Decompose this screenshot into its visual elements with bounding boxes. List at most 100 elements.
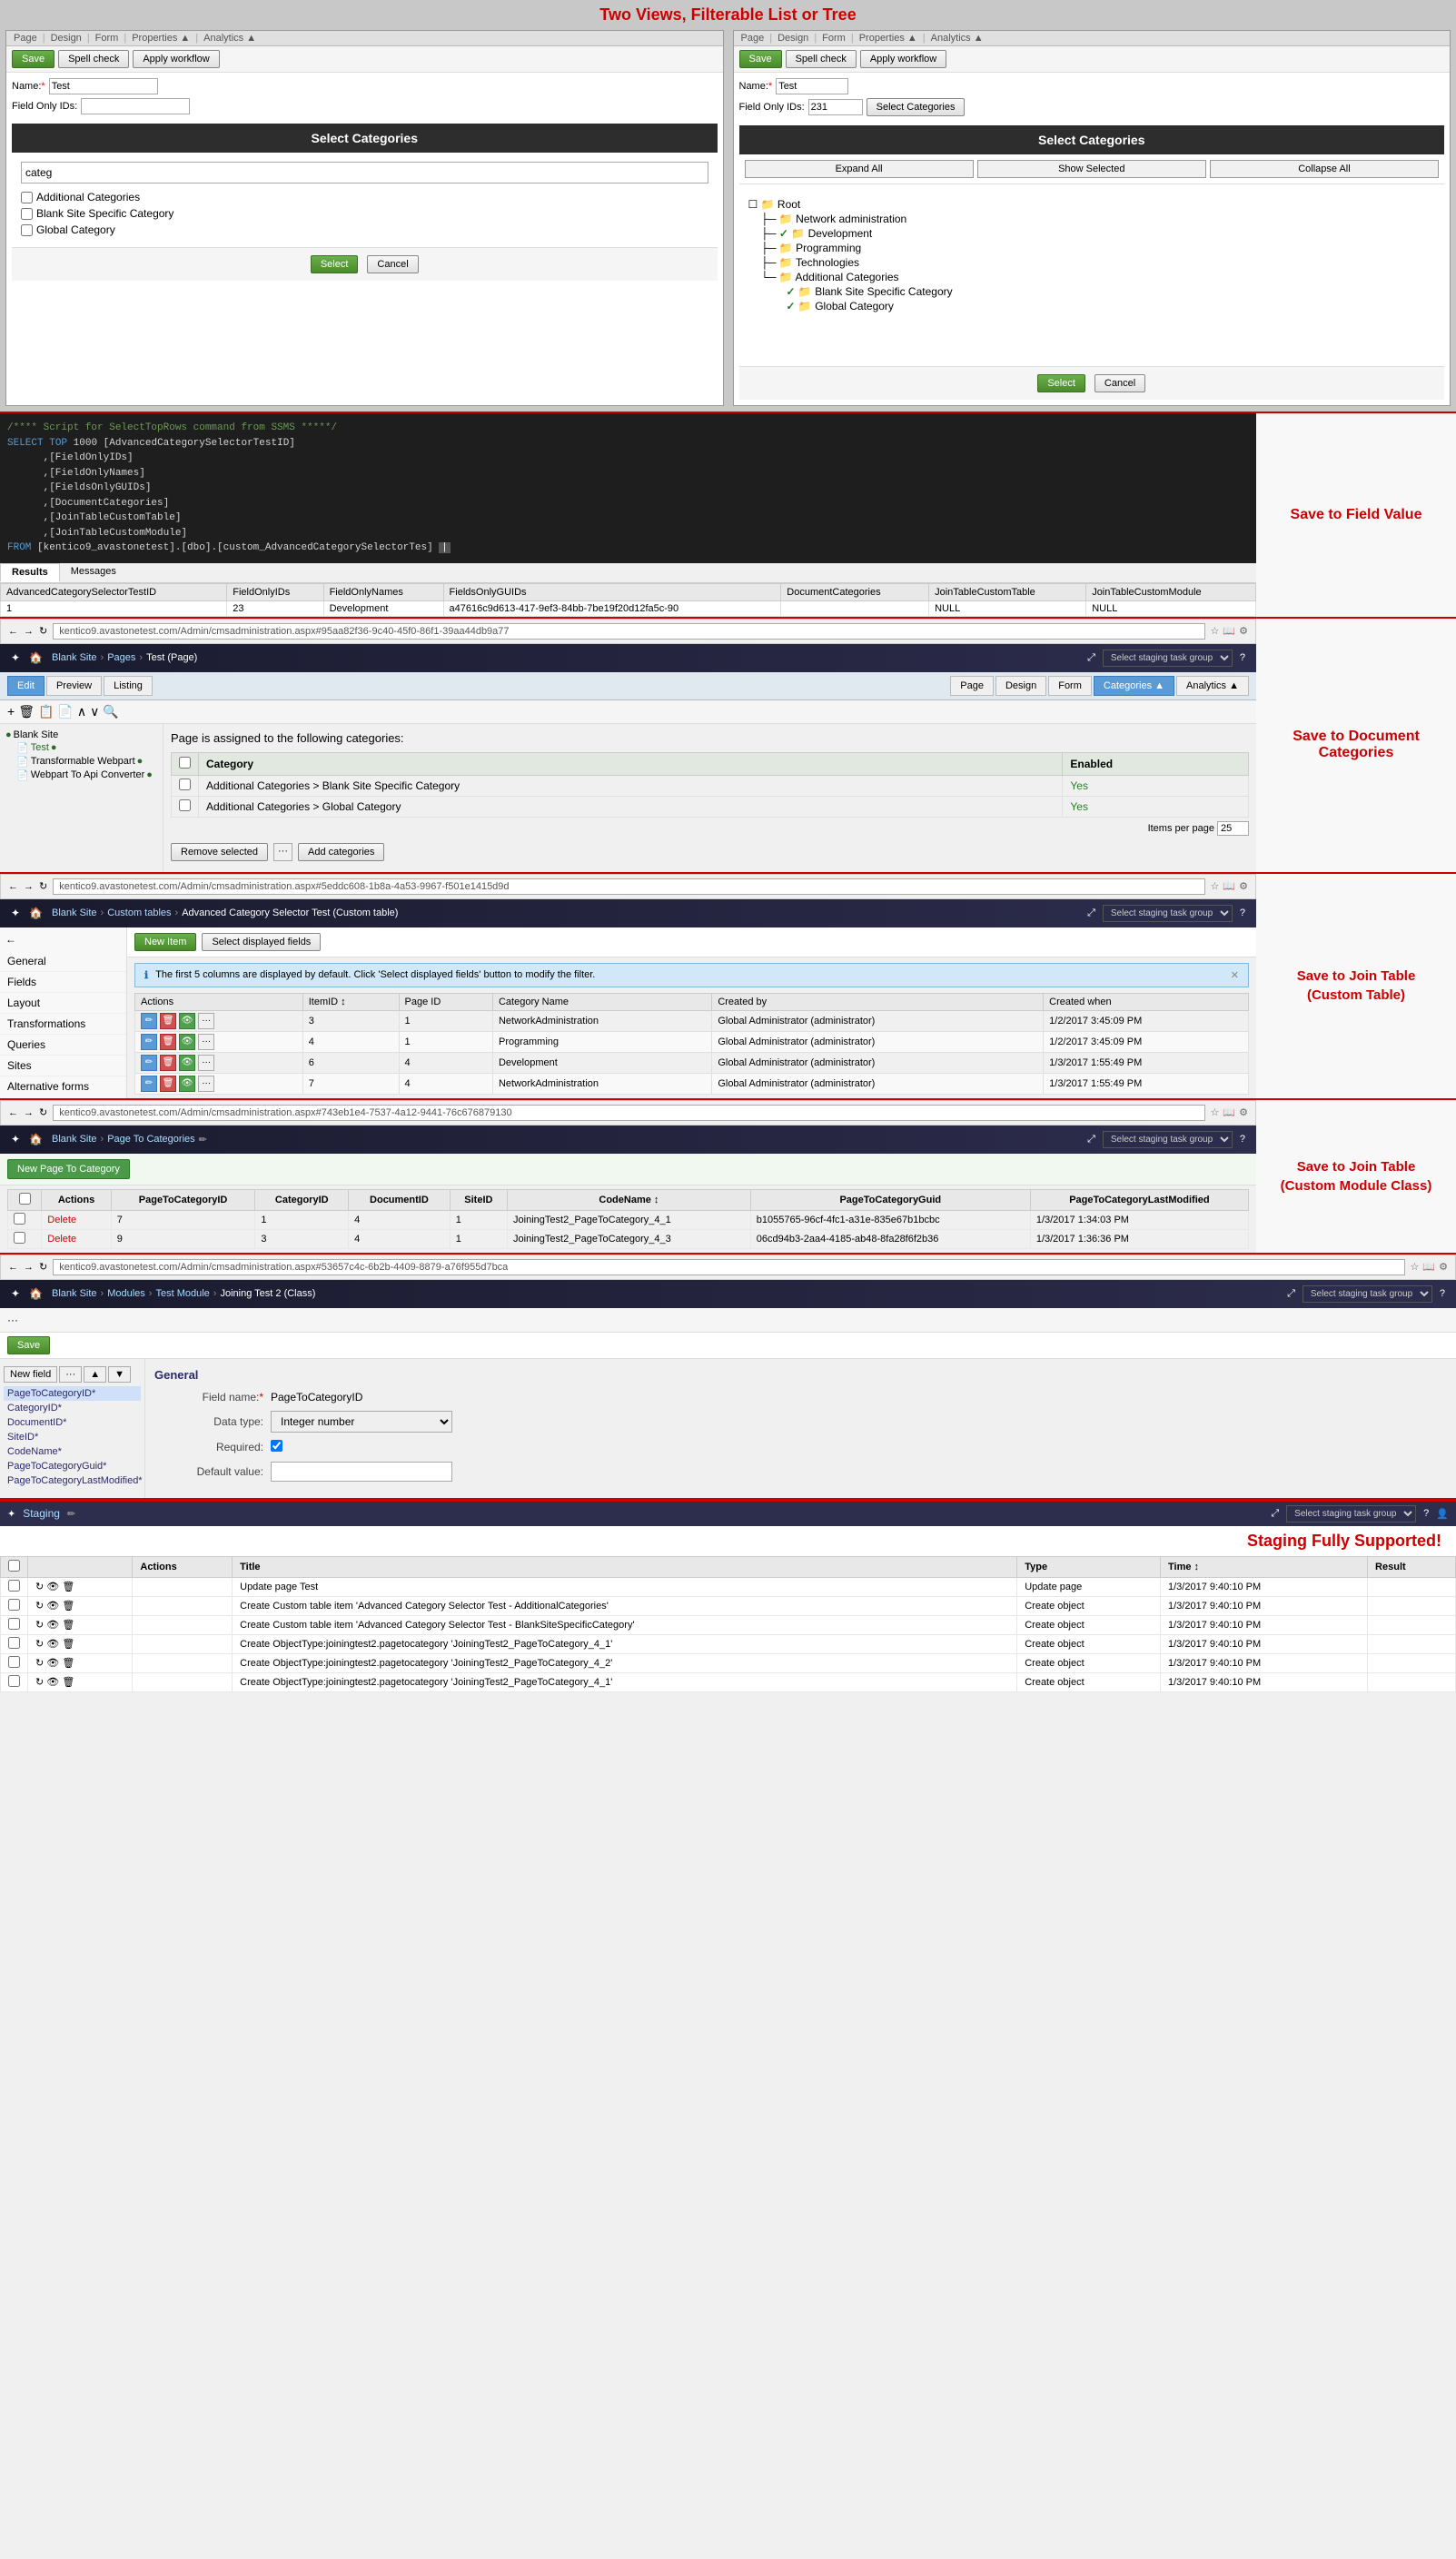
kc3-edit-icon[interactable]: ✏ [199, 1134, 207, 1146]
left-select-button[interactable]: Select [311, 255, 359, 273]
right-save-button[interactable]: Save [739, 50, 782, 68]
staging-row2-del-icon[interactable]: 🗑 [62, 1601, 74, 1612]
right-nav-properties[interactable]: Properties ▲ [859, 33, 917, 44]
staging-row5-cb[interactable] [8, 1656, 20, 1668]
right-nav-design[interactable]: Design [778, 33, 808, 44]
right-nav-form[interactable]: Form [822, 33, 846, 44]
mod-field-siteid[interactable]: SiteID* [4, 1430, 141, 1444]
left-check-blank-cb[interactable] [21, 208, 33, 220]
cat-select-all-cb[interactable] [179, 757, 191, 769]
items-per-page-input[interactable] [1217, 821, 1249, 836]
browser2-star-icon[interactable]: ☆ [1211, 880, 1220, 892]
staging-row4-cb[interactable] [8, 1637, 20, 1649]
kc4-staging-select[interactable]: Select staging task group [1302, 1285, 1432, 1303]
add-categories-button[interactable]: Add categories [298, 843, 384, 861]
sidebar-general[interactable]: General [0, 951, 126, 972]
mod-field-guid[interactable]: PageToCategoryGuid* [4, 1459, 141, 1473]
staging-user-icon[interactable]: 👤 [1436, 1508, 1449, 1520]
staging-row3-del-icon[interactable]: 🗑 [62, 1620, 74, 1631]
browser1-star-icon[interactable]: ☆ [1211, 625, 1220, 637]
staging-row5-refresh-icon[interactable]: ↻ [35, 1658, 44, 1669]
cat-row1-yes-link[interactable]: Yes [1070, 779, 1088, 792]
ct-row3-edit-icon[interactable]: ✏ [141, 1055, 157, 1071]
kc3-site-link[interactable]: Blank Site [52, 1134, 97, 1145]
left-check-global-cb[interactable] [21, 224, 33, 236]
mod-field-documentid[interactable]: DocumentID* [4, 1415, 141, 1430]
kc2-help-icon[interactable]: ? [1240, 908, 1245, 918]
browser2-forward[interactable]: → [24, 881, 34, 892]
staging-row6-eye-icon[interactable]: 👁 [46, 1677, 59, 1688]
kc1-pages-link[interactable]: Pages [107, 652, 135, 663]
staging-row1-cb[interactable] [8, 1580, 20, 1592]
mod-dots-icon[interactable]: ··· [7, 1314, 18, 1326]
tab-edit[interactable]: Edit [7, 676, 45, 696]
staging-task-select[interactable]: Select staging task group [1286, 1505, 1416, 1523]
collapse-all-button[interactable]: Collapse All [1210, 160, 1439, 178]
left-search-input[interactable] [21, 162, 708, 183]
ct-row4-eye-icon[interactable]: 👁 [179, 1076, 195, 1092]
results-tab-results[interactable]: Results [0, 563, 60, 582]
browser4-refresh[interactable]: ↻ [39, 1261, 47, 1273]
new-page-to-category-button[interactable]: New Page To Category [7, 1159, 130, 1179]
kc2-home-icon[interactable]: 🏠 [29, 907, 43, 919]
ptc-select-all-cb[interactable] [19, 1193, 31, 1205]
browser3-bookmark-icon[interactable]: 📖 [1223, 1106, 1235, 1118]
kc1-trash-icon[interactable]: 🗑 [18, 704, 35, 719]
staging-row2-refresh-icon[interactable]: ↻ [35, 1601, 44, 1612]
kc1-up-icon[interactable]: ∧ [77, 704, 86, 719]
ct-row2-del-icon[interactable]: 🗑 [160, 1034, 176, 1050]
staging-row2-cb[interactable] [8, 1599, 20, 1611]
browser3-refresh[interactable]: ↻ [39, 1106, 47, 1118]
remove-selected-button[interactable]: Remove selected [171, 843, 268, 861]
kc3-help-icon[interactable]: ? [1240, 1134, 1245, 1145]
staging-select-all-cb[interactable] [8, 1560, 20, 1572]
staging-help-icon[interactable]: ? [1423, 1508, 1429, 1519]
test-node-label[interactable]: Test [31, 742, 49, 753]
left-nav-form[interactable]: Form [95, 33, 119, 44]
staging-row4-del-icon[interactable]: 🗑 [62, 1639, 74, 1650]
browser3-url[interactable]: kentico9.avastonetest.com/Admin/cmsadmin… [53, 1105, 1204, 1121]
ptc-row2-cb[interactable] [14, 1232, 25, 1244]
staging-row5-del-icon[interactable]: 🗑 [62, 1658, 74, 1669]
mod-more-button[interactable]: ··· [59, 1366, 82, 1383]
blank-site-label[interactable]: Blank Site [14, 729, 59, 740]
staging-row3-eye-icon[interactable]: 👁 [46, 1620, 59, 1631]
transformable-label[interactable]: Transformable Webpart [31, 756, 135, 767]
right-name-input[interactable] [776, 78, 848, 94]
kc1-help-icon[interactable]: ? [1240, 652, 1245, 663]
staging-row6-refresh-icon[interactable]: ↻ [35, 1677, 44, 1688]
mod-field-modified[interactable]: PageToCategoryLastModified* [4, 1473, 141, 1488]
sidebar-alternative-forms[interactable]: Alternative forms [0, 1076, 126, 1096]
kc4-test-module-link[interactable]: Test Module [155, 1288, 209, 1299]
left-nav-design[interactable]: Design [51, 33, 82, 44]
kc1-file-icon[interactable]: 📄 [57, 704, 73, 719]
browser3-forward[interactable]: → [24, 1107, 34, 1118]
browser2-back[interactable]: ← [8, 881, 18, 892]
name-input[interactable] [49, 78, 158, 94]
cat-row2-yes-link[interactable]: Yes [1070, 800, 1088, 813]
staging-row3-cb[interactable] [8, 1618, 20, 1630]
new-item-button[interactable]: New Item [134, 933, 196, 951]
sidebar-fields[interactable]: Fields [0, 972, 126, 993]
cat-row1-cb[interactable] [179, 779, 191, 790]
browser1-url[interactable]: kentico9.avastonetest.com/Admin/cmsadmin… [53, 623, 1204, 640]
staging-label-link[interactable]: Staging [23, 1507, 60, 1520]
mod-down-button[interactable]: ▼ [108, 1366, 131, 1383]
left-cancel-button[interactable]: Cancel [367, 255, 418, 273]
tab-design[interactable]: Design [995, 676, 1046, 696]
tab-page[interactable]: Page [950, 676, 994, 696]
staging-row1-eye-icon[interactable]: 👁 [46, 1582, 59, 1592]
sidebar-transformations[interactable]: Transformations [0, 1014, 126, 1035]
results-tab-messages[interactable]: Messages [60, 563, 127, 582]
staging-row1-refresh-icon[interactable]: ↻ [35, 1582, 44, 1592]
browser1-refresh[interactable]: ↻ [39, 625, 47, 637]
browser4-bookmark-icon[interactable]: 📖 [1422, 1261, 1435, 1273]
ptc-row1-cb[interactable] [14, 1213, 25, 1225]
browser1-more-icon[interactable]: ⚙ [1239, 625, 1248, 637]
mod-field-pagetocategoryid[interactable]: PageToCategoryID* [4, 1386, 141, 1401]
kc3-staging-select[interactable]: Select staging task group [1103, 1131, 1233, 1148]
kc1-search-icon[interactable]: 🔍 [103, 704, 118, 719]
kc3-home-icon[interactable]: 🏠 [29, 1133, 43, 1146]
browser2-more-icon[interactable]: ⚙ [1239, 880, 1248, 892]
kc1-expand-icon[interactable]: ⤢ [1087, 652, 1095, 664]
